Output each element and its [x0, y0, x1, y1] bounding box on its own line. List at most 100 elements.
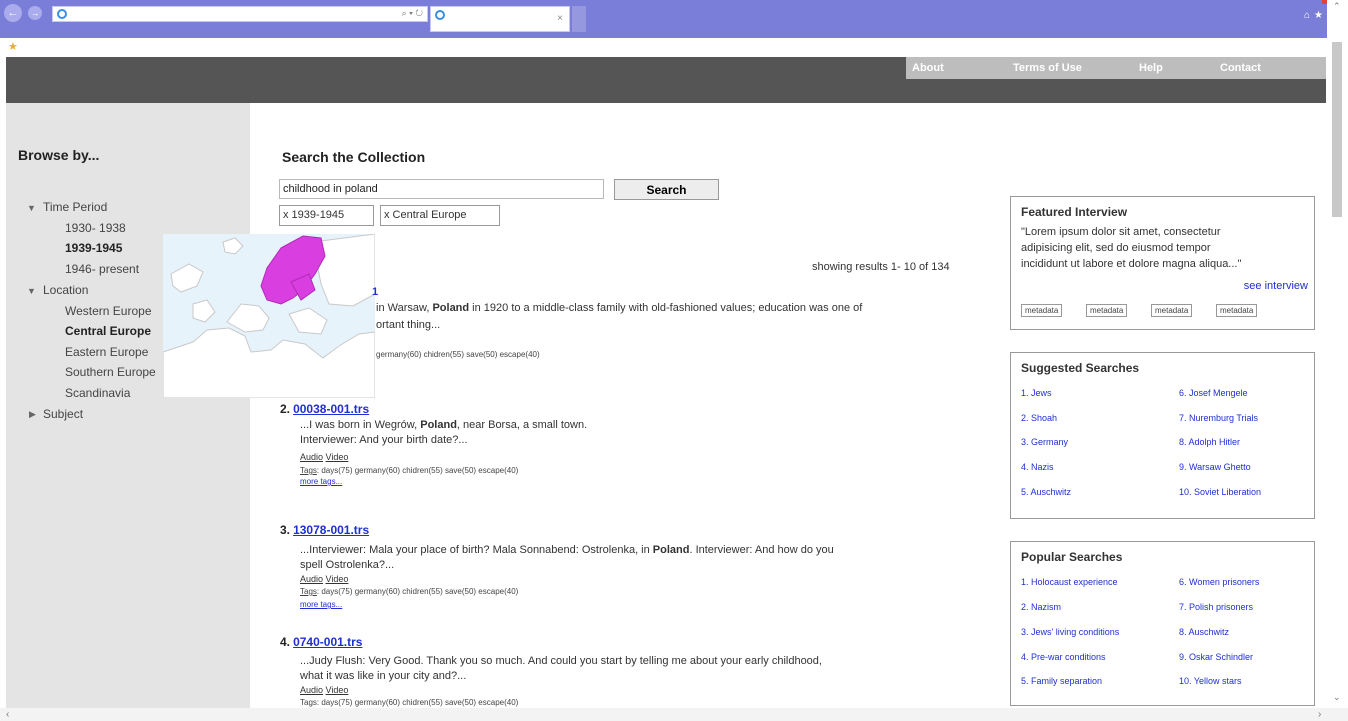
suggested-item[interactable]: 9. Warsaw Ghetto [1179, 462, 1251, 472]
suggested-item[interactable]: 7. Nuremburg Trials [1179, 413, 1258, 423]
close-tab-icon[interactable]: × [557, 13, 563, 24]
scroll-right-icon[interactable]: › [1318, 709, 1321, 720]
popular-item[interactable]: 3. Jews' living conditions [1021, 627, 1119, 637]
result-tags: Tags: days(75) germany(60) chidren(55) s… [300, 698, 519, 707]
forward-icon[interactable]: → [28, 6, 42, 20]
browser-chrome: ← → ⌕ ▾ ↻ × ⌂★⚙ [0, 0, 1348, 38]
filter-chip-central-europe[interactable]: x Central Europe [380, 205, 500, 226]
see-interview-link[interactable]: see interview [1244, 280, 1308, 292]
metadata-tag[interactable]: metadata [1216, 304, 1258, 317]
search-button[interactable]: Search [614, 179, 719, 200]
nav-help[interactable]: Help [1139, 62, 1163, 74]
popular-item[interactable]: 4. Pre-war conditions [1021, 652, 1106, 662]
result-tags: germany(60) chidren(55) save(50) escape(… [376, 350, 540, 359]
more-tags-link[interactable]: more tags... [300, 477, 342, 486]
featured-quote: "Lorem ipsum dolor sit amet, consectetur… [1021, 226, 1242, 270]
search-title: Search the Collection [282, 149, 426, 165]
suggested-item[interactable]: 3. Germany [1021, 437, 1068, 447]
suggested-item[interactable]: 1. Jews [1021, 388, 1052, 398]
result-snippet: ...I was born in Wegrów, Poland, near Bo… [300, 419, 588, 431]
result-link[interactable]: 00038-001.trs [293, 402, 369, 416]
ie-icon [435, 10, 445, 20]
location-southern[interactable]: Southern Europe [65, 365, 156, 379]
featured-interview-box: Featured Interview "Lorem ipsum dolor si… [1010, 196, 1315, 330]
browser-tab[interactable]: × [430, 6, 570, 32]
suggested-item[interactable]: 10. Soviet Liberation [1179, 487, 1261, 497]
metadata-tag[interactable]: metadata [1021, 304, 1063, 317]
result-link[interactable]: 13078-001.trs [293, 523, 369, 537]
result-item: 3. 13078-001.trs [280, 523, 369, 537]
vertical-scroll-thumb[interactable] [1332, 42, 1342, 217]
popular-item[interactable]: 9. Oskar Schindler [1179, 652, 1253, 662]
result-snippet: ...Judy Flush: Very Good. Thank you so m… [300, 655, 822, 667]
popular-item[interactable]: 7. Polish prisoners [1179, 602, 1253, 612]
suggested-title: Suggested Searches [1021, 361, 1140, 375]
period-1939[interactable]: 1939-1945 [65, 241, 122, 255]
address-controls[interactable]: ⌕ ▾ ↻ [402, 8, 423, 19]
filter-chip-1939[interactable]: x 1939-1945 [279, 205, 374, 226]
result-tags: Tags: days(75) germany(60) chidren(55) s… [300, 587, 519, 596]
result-snippet-line2: ortant thing... [376, 319, 441, 331]
popular-title: Popular Searches [1021, 550, 1123, 564]
popular-item[interactable]: 5. Family separation [1021, 676, 1102, 686]
result-snippet: ...Interviewer: Mala your place of birth… [300, 544, 834, 556]
horizontal-scrollbar[interactable] [0, 708, 1348, 721]
location-western[interactable]: Western Europe [65, 304, 152, 318]
triangle-down-icon[interactable]: ▼ [27, 286, 36, 296]
search-input[interactable] [279, 179, 604, 199]
result-item: 4. 0740-001.trs [280, 635, 362, 649]
video-link[interactable]: Video [326, 452, 349, 462]
location-eastern[interactable]: Eastern Europe [65, 345, 148, 359]
new-tab-button[interactable] [572, 6, 586, 32]
audio-link[interactable]: Audio [300, 574, 323, 584]
browse-title: Browse by... [18, 147, 100, 163]
suggested-item[interactable]: 5. Auschwitz [1021, 487, 1071, 497]
suggested-item[interactable]: 6. Josef Mengele [1179, 388, 1248, 398]
triangle-down-icon[interactable]: ▼ [27, 203, 36, 213]
popular-searches-box: Popular Searches 1. Holocaust experience… [1010, 541, 1315, 706]
popular-item[interactable]: 10. Yellow stars [1179, 676, 1242, 686]
europe-map-graphic [162, 233, 376, 399]
result-link[interactable]: 0740-001.trs [293, 635, 362, 649]
popular-item[interactable]: 6. Women prisoners [1179, 577, 1259, 587]
more-tags-link[interactable]: more tags... [300, 600, 342, 609]
audio-link[interactable]: Audio [300, 452, 323, 462]
result-link-partial[interactable]: 1 [372, 286, 378, 298]
video-link[interactable]: Video [326, 574, 349, 584]
favorites-icon[interactable]: ★ [8, 40, 18, 53]
period-1946[interactable]: 1946- present [65, 262, 139, 276]
scroll-left-icon[interactable]: ‹ [6, 709, 9, 720]
suggested-item[interactable]: 4. Nazis [1021, 462, 1054, 472]
popular-item[interactable]: 8. Auschwitz [1179, 627, 1229, 637]
scroll-up-icon[interactable]: ⌃ [1333, 1, 1341, 12]
result-snippet-line2: Interviewer: And your birth date?... [300, 434, 468, 446]
popular-item[interactable]: 1. Holocaust experience [1021, 577, 1118, 587]
result-tags: Tags: days(75) germany(60) chidren(55) s… [300, 466, 519, 475]
back-icon[interactable]: ← [4, 4, 22, 22]
audio-link[interactable]: Audio [300, 685, 323, 695]
metadata-tag[interactable]: metadata [1086, 304, 1128, 317]
browse-sidebar [6, 103, 250, 708]
nav-about[interactable]: About [912, 62, 944, 74]
popular-item[interactable]: 2. Nazism [1021, 602, 1061, 612]
result-number: 3. [280, 523, 291, 537]
metadata-tag[interactable]: metadata [1151, 304, 1193, 317]
media-links: Audio Video [300, 452, 348, 462]
location-central[interactable]: Central Europe [65, 324, 151, 338]
result-snippet: in Warsaw, Poland in 1920 to a middle-cl… [376, 302, 863, 314]
nav-terms[interactable]: Terms of Use [1013, 62, 1082, 74]
triangle-right-icon[interactable]: ▶ [29, 409, 36, 420]
nav-contact[interactable]: Contact [1220, 62, 1261, 74]
address-bar[interactable]: ⌕ ▾ ↻ [52, 6, 428, 22]
tree-location[interactable]: Location [43, 283, 88, 297]
video-link[interactable]: Video [326, 685, 349, 695]
suggested-item[interactable]: 2. Shoah [1021, 413, 1057, 423]
tree-subject[interactable]: Subject [43, 407, 83, 421]
result-number: 2. [280, 402, 291, 416]
tree-time-period[interactable]: Time Period [43, 200, 107, 214]
location-scandinavia[interactable]: Scandinavia [65, 386, 130, 400]
scroll-down-icon[interactable]: ⌄ [1333, 692, 1341, 703]
period-1930[interactable]: 1930- 1938 [65, 221, 126, 235]
europe-map[interactable] [162, 233, 376, 399]
suggested-item[interactable]: 8. Adolph Hitler [1179, 437, 1240, 447]
